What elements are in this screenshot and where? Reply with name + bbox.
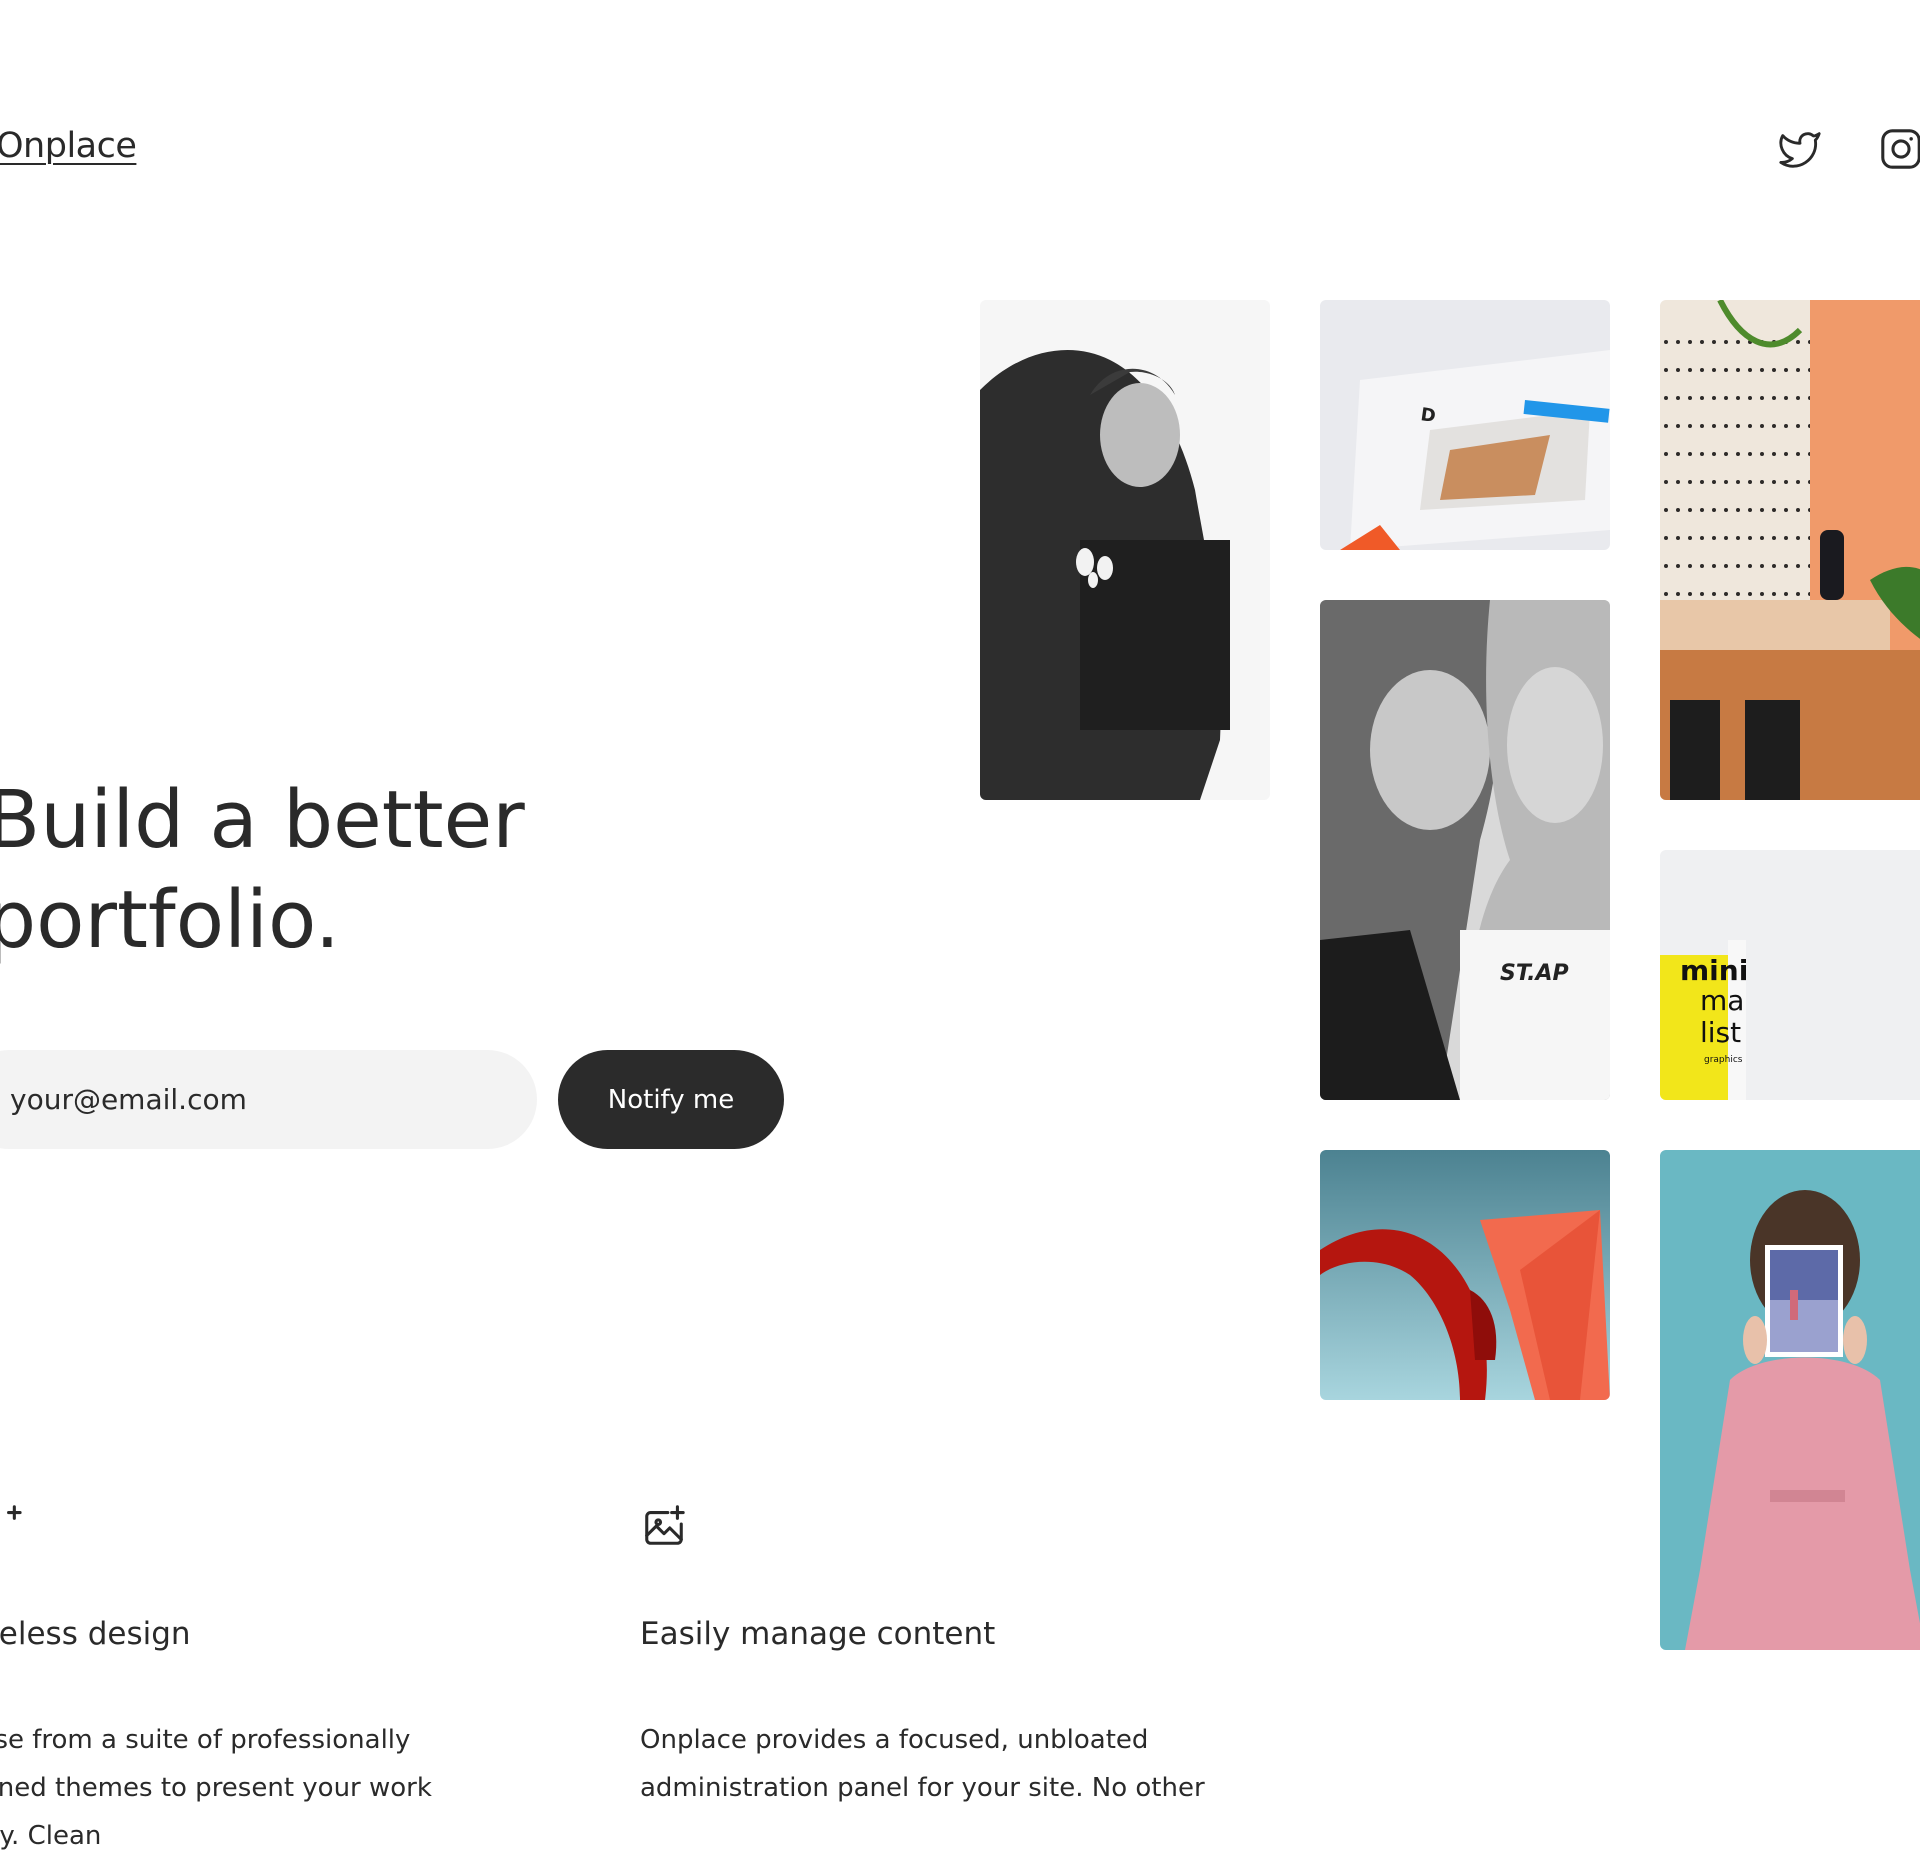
feature-title-content: Easily manage content [640, 1616, 996, 1652]
svg-text:ma: ma [1700, 984, 1744, 1017]
woman-holding-magazine-photo [1660, 1150, 1920, 1650]
svg-text:D: D [1419, 404, 1437, 427]
magazine-cover-photo: mini ma list graphics [1660, 850, 1920, 1100]
man-black-and-white-photo [980, 300, 1270, 800]
pegboard-interior-photo [1660, 300, 1920, 800]
svg-text:graphics: graphics [1704, 1055, 1743, 1065]
red-sculpture-photo [1320, 1150, 1610, 1400]
hero-title-line1: Build a better [0, 774, 525, 866]
svg-text:mini: mini [1680, 954, 1748, 987]
twitter-icon [1779, 132, 1821, 168]
feature-desc-design: Choose from a suite of professionally de… [0, 1725, 432, 1851]
svg-text:list: list [1700, 1016, 1741, 1049]
image-add-icon [641, 1503, 687, 1549]
email-input[interactable] [0, 1050, 537, 1149]
notify-button[interactable]: Notify me [558, 1050, 784, 1149]
logo-link[interactable]: Onplace [0, 126, 137, 166]
feature-title-design: Timeless design [0, 1616, 191, 1652]
sparkle-icon [0, 1503, 22, 1549]
hero-title: Build a better portfolio. [0, 770, 525, 970]
printed-page-photo: D [1320, 300, 1610, 550]
two-women-portrait-photo: ST.AP [1320, 600, 1610, 1100]
instagram-link[interactable] [1878, 126, 1920, 172]
svg-text:ST.AP: ST.AP [1500, 961, 1569, 986]
hero-title-line2: portfolio. [0, 874, 341, 966]
instagram-icon [1881, 129, 1920, 169]
twitter-link[interactable] [1777, 126, 1823, 172]
feature-desc-content: Onplace provides a focused, unbloated ad… [640, 1725, 1205, 1803]
